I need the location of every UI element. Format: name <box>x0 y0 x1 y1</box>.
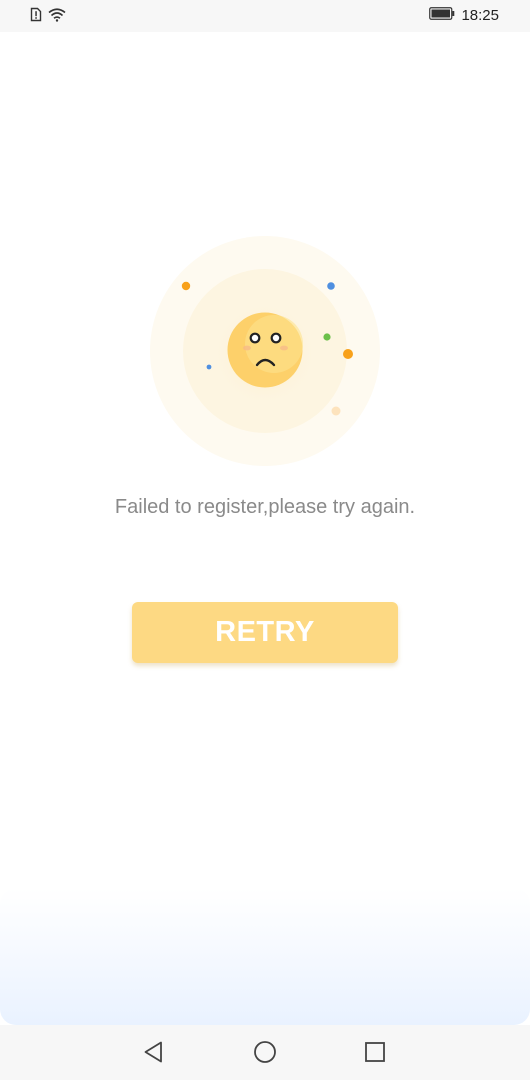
left-eye <box>249 332 261 344</box>
error-illustration <box>148 234 382 468</box>
dot-green <box>323 333 331 341</box>
battery-icon <box>429 7 455 25</box>
status-bar-left <box>30 7 66 27</box>
back-icon[interactable] <box>141 1039 167 1065</box>
dot-peach <box>331 406 341 416</box>
right-eye <box>270 332 282 344</box>
error-message: Failed to register,please try again. <box>114 496 416 518</box>
wifi-icon <box>48 7 66 27</box>
dot-orange-2 <box>343 349 353 359</box>
right-blush <box>280 345 288 351</box>
dot-orange-1 <box>181 281 191 291</box>
left-blush <box>243 345 251 351</box>
status-bar: 18:25 <box>0 0 530 32</box>
home-icon[interactable] <box>252 1039 278 1065</box>
dot-blue-1 <box>327 282 335 290</box>
navigation-bar <box>0 1025 530 1080</box>
retry-button[interactable]: RETRY <box>132 602 398 663</box>
bottom-gradient-panel <box>0 888 530 1025</box>
status-bar-right: 18:25 <box>429 6 499 26</box>
recent-apps-icon[interactable] <box>362 1039 388 1065</box>
sad-face-icon <box>150 236 380 466</box>
sim-alert-icon <box>30 7 42 27</box>
dot-blue-2 <box>206 364 212 370</box>
status-time: 18:25 <box>461 7 499 24</box>
